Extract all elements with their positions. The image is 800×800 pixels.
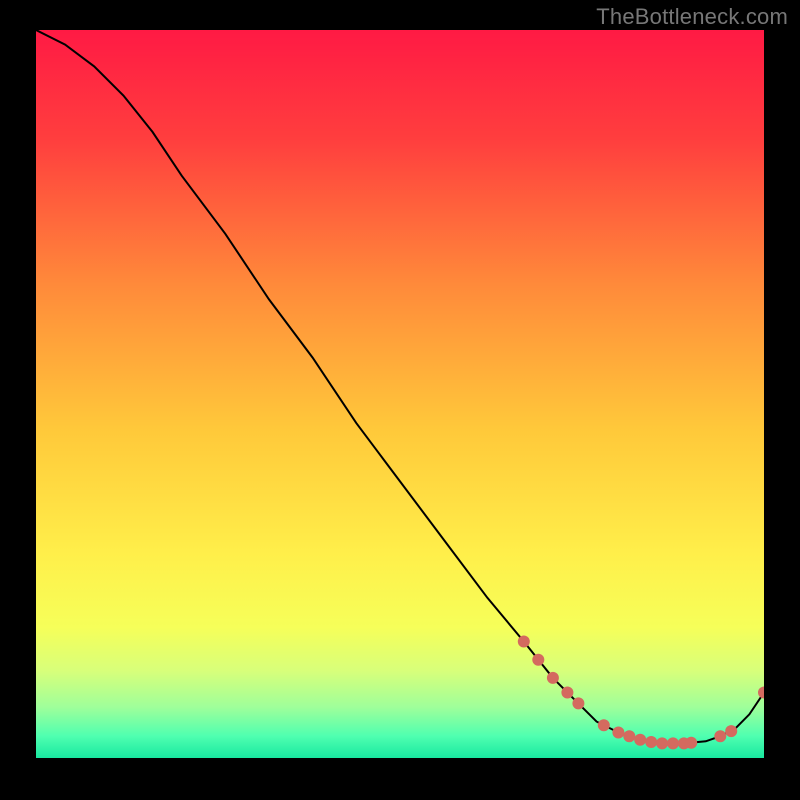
marker-dot	[547, 672, 559, 684]
gradient-background	[36, 30, 764, 758]
plot-area	[36, 30, 764, 758]
marker-dot	[656, 737, 668, 749]
marker-dot	[612, 727, 624, 739]
marker-dot	[623, 730, 635, 742]
marker-dot	[634, 734, 646, 746]
marker-dot	[518, 636, 530, 648]
watermark-text: TheBottleneck.com	[596, 4, 788, 30]
chart-frame: TheBottleneck.com	[0, 0, 800, 800]
marker-dot	[598, 719, 610, 731]
marker-dot	[561, 687, 573, 699]
plot-svg	[36, 30, 764, 758]
marker-dot	[645, 736, 657, 748]
marker-dot	[685, 737, 697, 749]
marker-dot	[572, 697, 584, 709]
marker-dot	[667, 737, 679, 749]
marker-dot	[532, 654, 544, 666]
marker-dot	[725, 725, 737, 737]
marker-dot	[714, 730, 726, 742]
